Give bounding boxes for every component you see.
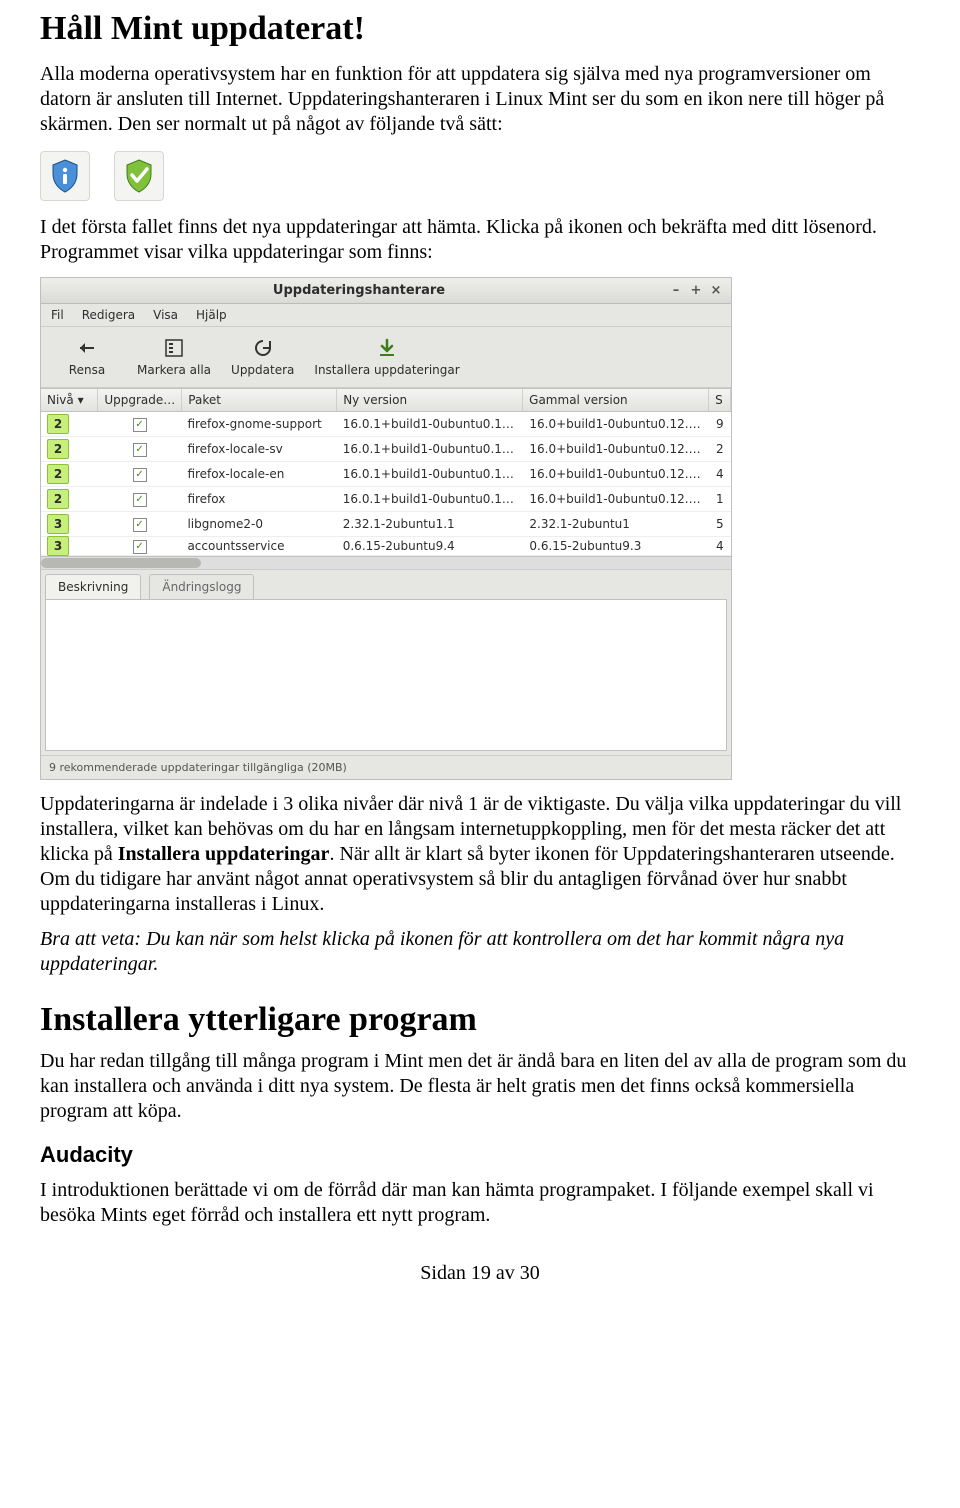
- window-titlebar[interactable]: Uppdateringshanterare – + ×: [41, 278, 731, 304]
- size-value: 4: [710, 536, 731, 556]
- package-name: firefox: [181, 489, 336, 509]
- size-value: 1: [710, 489, 731, 509]
- table-row[interactable]: 2 ✓ firefox-locale-en16.0.1+build1-0ubuntu…: [41, 462, 731, 487]
- size-value: 5: [710, 514, 731, 534]
- level-badge: 2: [47, 439, 69, 459]
- tab-description[interactable]: Beskrivning: [45, 574, 141, 599]
- level-badge: 2: [47, 489, 69, 509]
- menu-redigera[interactable]: Redigera: [82, 308, 135, 322]
- toolbar-label: Uppdatera: [231, 363, 294, 377]
- old-version: 16.0+build1-0ubuntu0.12.04.1: [523, 439, 710, 459]
- update-table-body[interactable]: 2✓firefox-gnome-support16.0.1+build1-0ub…: [41, 412, 731, 556]
- close-icon[interactable]: ×: [709, 284, 723, 298]
- new-version: 16.0.1+build1-0ubuntu0.12.04.1: [337, 464, 524, 484]
- old-version: 0.6.15-2ubuntu9.3: [523, 536, 710, 556]
- upgrade-checkbox[interactable]: ✓: [133, 518, 147, 532]
- bold-install: Installera uppdateringar: [118, 843, 330, 865]
- level-badge: 2: [47, 414, 69, 434]
- install-more-paragraph: Du har redan tillgång till många program…: [40, 1049, 920, 1124]
- shield-check-icon: [114, 151, 164, 201]
- old-version: 2.32.1-2ubuntu1: [523, 514, 710, 534]
- column-package[interactable]: Paket: [182, 389, 337, 411]
- toolbar-label: Installera uppdateringar: [314, 363, 459, 377]
- column-level[interactable]: Nivå ▾: [41, 389, 98, 411]
- column-oldversion[interactable]: Gammal version: [523, 389, 709, 411]
- horizontal-scrollbar[interactable]: [41, 556, 731, 569]
- upgrade-checkbox[interactable]: ✓: [133, 443, 147, 457]
- table-row[interactable]: 3 ✓ accountsservice0.6.15-2ubuntu9.40.6.15…: [41, 537, 731, 556]
- table-row[interactable]: 2✓firefox16.0.1+build1-0ubuntu0.12.04.11…: [41, 487, 731, 512]
- level-badge: 3: [47, 536, 69, 556]
- upgrade-checkbox[interactable]: ✓: [133, 493, 147, 507]
- update-manager-window: Uppdateringshanterare – + × Fil Redigera…: [40, 277, 732, 780]
- toolbar: Rensa Markera alla Uppdatera Installera …: [41, 327, 731, 388]
- size-value: 2: [710, 439, 731, 459]
- tab-changelog[interactable]: Ändringslogg: [149, 574, 254, 599]
- column-newversion[interactable]: Ny version: [337, 389, 523, 411]
- maximize-icon[interactable]: +: [689, 284, 703, 298]
- scrollbar-thumb[interactable]: [41, 558, 201, 568]
- level-badge: 3: [47, 514, 69, 534]
- new-version: 2.32.1-2ubuntu1.1: [337, 514, 524, 534]
- upgrade-checkbox[interactable]: ✓: [133, 540, 147, 554]
- explain-paragraph: Uppdateringarna är indelade i 3 olika ni…: [40, 792, 920, 917]
- table-header[interactable]: Nivå ▾ Uppgradera Paket Ny version Gamma…: [41, 388, 731, 412]
- table-row[interactable]: 2 ✓ firefox-gnome-support16.0.1+build1-0ub…: [41, 412, 731, 437]
- good-to-know-paragraph: Bra att veta: Du kan när som helst klick…: [40, 927, 920, 977]
- heading-install-more: Installera ytterligare program: [40, 1001, 920, 1039]
- toolbar-label: Markera alla: [137, 363, 211, 377]
- menu-fil[interactable]: Fil: [51, 308, 64, 322]
- old-version: 16.0+build1-0ubuntu0.12.04.1: [523, 414, 710, 434]
- toolbar-clear-button[interactable]: Rensa: [47, 333, 127, 379]
- upgrade-checkbox[interactable]: ✓: [133, 418, 147, 432]
- minimize-icon[interactable]: –: [669, 284, 683, 298]
- new-version: 16.0.1+build1-0ubuntu0.12.04.1: [337, 439, 524, 459]
- column-upgrade[interactable]: Uppgradera: [98, 389, 182, 411]
- package-name: accountsservice: [181, 536, 336, 556]
- menu-hjalp[interactable]: Hjälp: [196, 308, 227, 322]
- new-version: 16.0.1+build1-0ubuntu0.12.04.1: [337, 489, 524, 509]
- new-version: 0.6.15-2ubuntu9.4: [337, 536, 524, 556]
- new-version: 16.0.1+build1-0ubuntu0.12.04.1: [337, 414, 524, 434]
- audacity-paragraph: I introduktionen berättade vi om de förr…: [40, 1178, 920, 1228]
- menubar: Fil Redigera Visa Hjälp: [41, 304, 731, 327]
- toolbar-install-button[interactable]: Installera uppdateringar: [304, 333, 469, 379]
- description-textarea: [45, 599, 727, 751]
- clear-icon: [74, 335, 100, 361]
- old-version: 16.0+build1-0ubuntu0.12.04.1: [523, 489, 710, 509]
- heading-keep-updated: Håll Mint uppdaterat!: [40, 10, 920, 48]
- column-size[interactable]: S: [709, 389, 731, 411]
- intro-paragraph-2: I det första fallet finns det nya uppdat…: [40, 215, 920, 265]
- refresh-icon: [250, 335, 276, 361]
- shield-info-icon: [40, 151, 90, 201]
- table-row[interactable]: 2 ✓ firefox-locale-sv16.0.1+build1-0ubuntu…: [41, 437, 731, 462]
- size-value: 4: [710, 464, 731, 484]
- menu-visa[interactable]: Visa: [153, 308, 178, 322]
- package-name: firefox-locale-en: [181, 464, 336, 484]
- selectall-icon: [161, 335, 187, 361]
- level-badge: 2: [47, 464, 69, 484]
- statusbar: 9 rekommenderade uppdateringar tillgängl…: [41, 755, 731, 779]
- size-value: 9: [710, 414, 731, 434]
- toolbar-label: Rensa: [69, 363, 105, 377]
- upgrade-checkbox[interactable]: ✓: [133, 468, 147, 482]
- toolbar-selectall-button[interactable]: Markera alla: [127, 333, 221, 379]
- window-title: Uppdateringshanterare: [49, 283, 669, 298]
- old-version: 16.0+build1-0ubuntu0.12.04.1: [523, 464, 710, 484]
- tray-icons-row: [40, 151, 920, 201]
- install-icon: [374, 335, 400, 361]
- intro-paragraph-1: Alla moderna operativsystem har en funkt…: [40, 62, 920, 137]
- heading-audacity: Audacity: [40, 1142, 920, 1168]
- detail-tabs: Beskrivning Ändringslogg: [41, 569, 731, 599]
- package-name: libgnome2-0: [181, 514, 336, 534]
- table-row[interactable]: 3 ✓ libgnome2-02.32.1-2ubuntu1.12.32.1-2ub…: [41, 512, 731, 537]
- toolbar-refresh-button[interactable]: Uppdatera: [221, 333, 304, 379]
- page-footer: Sidan 19 av 30: [40, 1262, 920, 1285]
- package-name: firefox-locale-sv: [181, 439, 336, 459]
- package-name: firefox-gnome-support: [181, 414, 336, 434]
